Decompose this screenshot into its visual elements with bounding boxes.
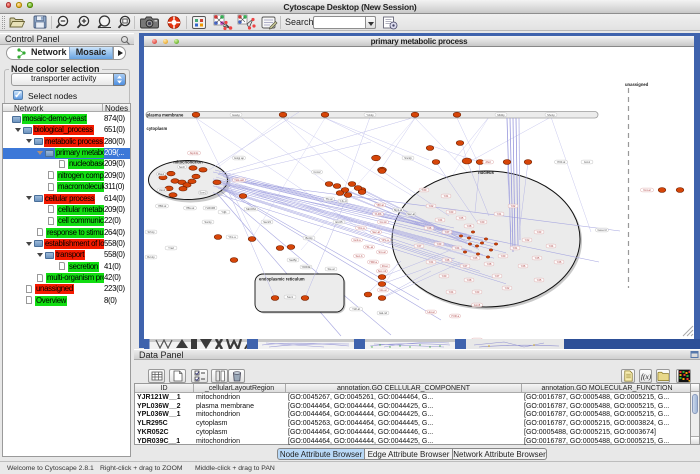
svg-text:Hst-al: Hst-al (427, 310, 434, 314)
svg-text:YBH-al: YBH-al (186, 206, 195, 210)
svg-text:Gls-al: Gls-al (379, 288, 386, 292)
svg-text:Yd6: Yd6 (557, 260, 562, 264)
svg-text:Yd7: Yd7 (417, 244, 422, 248)
svg-text:YPL-a: YPL-a (381, 238, 389, 242)
svg-text:Yd6: Yd6 (445, 258, 450, 262)
svg-text:Gcn5: Gcn5 (474, 303, 481, 307)
svg-text:Yd2: Yd2 (429, 204, 434, 208)
svg-text:YKR-al: YKR-al (557, 160, 566, 164)
svg-text:Sed5p: Sed5p (289, 258, 297, 262)
svg-text:Sec23: Sec23 (263, 220, 271, 224)
svg-text:Snc2p: Snc2p (404, 156, 412, 160)
svg-text:Sro-al: Sro-al (378, 250, 386, 254)
svg-text:YBR-al: YBR-al (158, 204, 167, 208)
svg-text:Yd0: Yd0 (442, 274, 447, 278)
svg-text:Yd3: Yd3 (537, 230, 542, 234)
svg-text:Sec-al: Sec-al (372, 230, 380, 234)
svg-text:Golgi ap: Golgi ap (234, 156, 245, 160)
svg-text:YLRb: YLRb (375, 212, 382, 216)
svg-text:Yd4: Yd4 (549, 244, 554, 248)
svg-text:Sho1p: Sho1p (547, 113, 555, 117)
svg-text:SecF: SecF (179, 165, 186, 169)
svg-text:YOR-a: YOR-a (451, 314, 460, 318)
svg-text:Com2: Com2 (313, 170, 321, 174)
svg-text:Yd0: Yd0 (480, 220, 485, 224)
svg-text:Yd1: Yd1 (513, 246, 518, 250)
svg-text:Yd1: Yd1 (444, 194, 449, 198)
svg-text:cytoplasm: cytoplasm (147, 126, 168, 131)
svg-text:Yd8: Yd8 (467, 278, 472, 282)
svg-text:SEC662: SEC662 (246, 207, 257, 211)
svg-text:Yd7: Yd7 (495, 274, 500, 278)
svg-text:Yd2: Yd2 (505, 286, 510, 290)
svg-text:YKL-al: YKL-al (365, 245, 373, 249)
svg-text:dfsd: dfsd (485, 160, 491, 164)
svg-text:YJL-d: YJL-d (339, 199, 347, 203)
svg-text:Ste-al: Ste-al (327, 267, 334, 271)
svg-text:Atp14p: Atp14p (190, 151, 199, 155)
svg-text:Yd1: Yd1 (497, 212, 502, 216)
svg-text:Yd3: Yd3 (437, 242, 442, 246)
svg-text:Sec1: Sec1 (287, 295, 294, 299)
svg-text:f(x): f(x) (641, 372, 652, 381)
svg-text:Ydrl-al: Ydrl-al (352, 307, 360, 311)
svg-text:Yck2p: Yck2p (366, 113, 374, 117)
svg-text:Uso1: Uso1 (159, 188, 166, 192)
svg-text:YKL-a: YKL-a (228, 235, 236, 239)
svg-text:plasma membrane: plasma membrane (147, 112, 184, 117)
svg-text:YDR0E: YDR0E (302, 265, 311, 269)
svg-text:Gt-1d: Gt-1d (380, 220, 387, 224)
svg-text:Sly1-al: Sly1-al (394, 208, 403, 212)
svg-text:Yd7: Yd7 (463, 264, 468, 268)
svg-text:nucleus: nucleus (478, 170, 494, 175)
svg-text:unassigned: unassigned (625, 82, 649, 87)
svg-text:YHL-al2: YHL-al2 (234, 178, 244, 182)
svg-text:Yd1: Yd1 (429, 260, 434, 264)
svg-text:Gal-nd: Gal-nd (379, 311, 388, 315)
svg-text:Yd3: Yd3 (475, 290, 480, 294)
svg-text:Sec-b: Sec-b (355, 254, 363, 258)
svg-text:Yd5: Yd5 (473, 256, 478, 260)
svg-text:Yd2: Yd2 (511, 204, 516, 208)
svg-text:Yra2: Yra2 (168, 246, 174, 250)
svg-text:Yd8: Yd8 (467, 224, 472, 228)
svg-text:Sec-nd: Sec-nd (378, 269, 387, 273)
svg-text:Rna-l: Rna-l (382, 264, 389, 268)
svg-text:YDR-a: YDR-a (369, 260, 378, 264)
svg-text:Yd8: Yd8 (487, 262, 492, 266)
svg-text:Sec-al: Sec-al (407, 212, 415, 216)
svg-text:Mid2p: Mid2p (497, 113, 505, 117)
svg-text:Yd4: Yd4 (455, 246, 460, 250)
svg-text:Yd2: Yd2 (525, 238, 530, 242)
svg-text:Ydj1: Ydj1 (221, 210, 227, 214)
svg-text:Yd4: Yd4 (449, 290, 454, 294)
svg-text:Gcd-a: Gcd-a (353, 238, 361, 242)
svg-text:Yd5: Yd5 (459, 216, 464, 220)
svg-text:Yd5: Yd5 (537, 278, 542, 282)
svg-text:Yd7: Yd7 (445, 230, 450, 234)
svg-text:Gas1p: Gas1p (232, 113, 240, 117)
svg-text:Yd6: Yd6 (427, 226, 432, 230)
svg-text:Yd0: Yd0 (501, 254, 506, 258)
svg-text:Not-al: Not-al (643, 188, 651, 192)
svg-text:Yd0: Yd0 (422, 188, 427, 192)
svg-text:Gea-nd: Gea-nd (598, 228, 607, 232)
svg-text:YKc-a: YKc-a (357, 226, 365, 230)
svg-text:Yd3: Yd3 (449, 210, 454, 214)
svg-text:Yd4: Yd4 (438, 218, 443, 222)
svg-text:Yd5: Yd5 (535, 256, 540, 260)
svg-text:Som2: Som2 (199, 191, 207, 195)
svg-text:Bet1p: Bet1p (305, 236, 313, 240)
svg-text:Mas1: Mas1 (158, 172, 165, 176)
svg-text:Yd6: Yd6 (521, 264, 526, 268)
svg-text:Erv25: Erv25 (335, 220, 343, 224)
svg-text:Sar1p: Sar1p (204, 220, 212, 224)
svg-text:Sth1p: Sth1p (147, 230, 155, 234)
svg-text:Gcs1: Gcs1 (584, 160, 591, 164)
svg-text:Bvs1p: Bvs1p (147, 255, 155, 259)
svg-text:mitochondrion: mitochondrion (173, 160, 203, 165)
svg-text:Tfc-al: Tfc-al (326, 197, 333, 201)
svg-text:YLR04B: YLR04B (205, 206, 215, 210)
svg-text:YBr-al: YBr-al (376, 203, 384, 207)
